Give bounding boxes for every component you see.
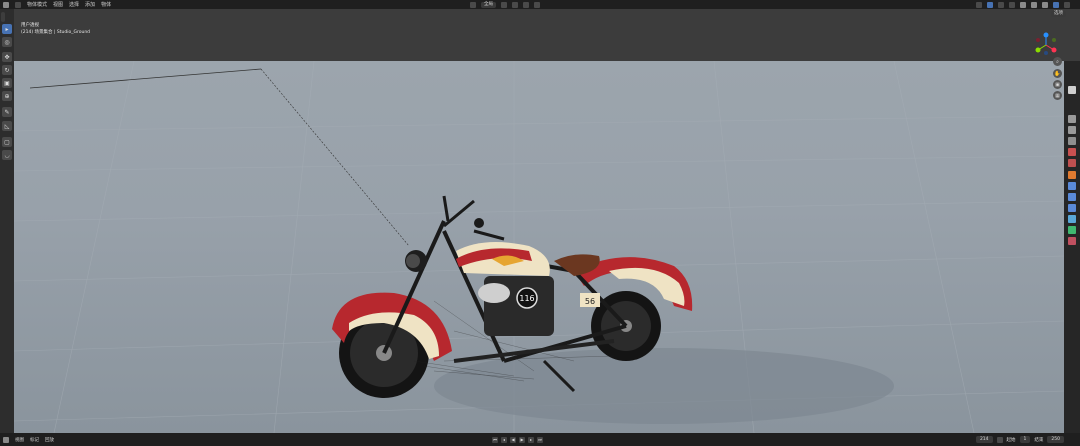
mirror: [474, 218, 484, 228]
transform-icon[interactable]: ⊕: [2, 91, 12, 101]
timeline-editor-icon[interactable]: [3, 436, 9, 443]
jump-keyframe-forward-icon[interactable]: ▸: [528, 436, 534, 443]
jump-start-icon[interactable]: ⏮: [492, 436, 498, 443]
jump-keyframe-back-icon[interactable]: ◂: [501, 436, 507, 443]
top-header-bar: 物体模式 视图 选择 添加 物体 全局: [0, 0, 1080, 9]
constraints-icon[interactable]: [1068, 215, 1076, 223]
view-name: 用户透视: [21, 23, 39, 28]
physics-icon[interactable]: [1068, 204, 1076, 212]
transform-orientation-dropdown[interactable]: 全局: [481, 1, 496, 8]
shading-wireframe-icon[interactable]: [1020, 1, 1026, 8]
scene-properties-icon[interactable]: [1068, 148, 1076, 156]
output-properties-icon[interactable]: [1068, 126, 1076, 134]
object-properties-icon[interactable]: [1068, 171, 1076, 179]
camera-line: [29, 68, 262, 89]
tool-properties-icon[interactable]: [1068, 86, 1076, 94]
add-cube-icon[interactable]: ▢: [2, 137, 12, 147]
timeline-menu-playback[interactable]: 回放: [45, 437, 54, 443]
end-label: 结束: [1034, 437, 1044, 443]
modifier-properties-icon[interactable]: [1068, 182, 1076, 190]
rotate-icon[interactable]: ↻: [2, 65, 12, 75]
tool-shelf: ▸ ◎ ✥ ↻ ▣ ⊕ ✎ ◺ ▢ ◡: [0, 9, 14, 433]
view-layer-icon[interactable]: [1068, 137, 1076, 145]
playback-controls: ⏮ ◂ ◀ ▶ ▸ ⏭: [492, 436, 543, 443]
orientation-icon: [470, 1, 476, 8]
cursor-icon[interactable]: ▸: [2, 24, 12, 34]
world-properties-icon[interactable]: [1068, 159, 1076, 167]
navigation-gizmo[interactable]: [1032, 31, 1060, 59]
jump-end-icon[interactable]: ⏭: [537, 436, 543, 443]
render-properties-icon[interactable]: [1068, 115, 1076, 123]
options-dropdown[interactable]: 选项: [1051, 11, 1066, 17]
start-frame-field[interactable]: 1: [1019, 436, 1031, 443]
timeline-menu: 视图 标记 回放: [0, 436, 54, 443]
zoom-icon[interactable]: ⌕: [1053, 57, 1062, 66]
transform-controls: 全局: [470, 0, 540, 9]
shading-options-icon[interactable]: [1064, 1, 1070, 8]
shading-rendered-icon[interactable]: [1053, 1, 1059, 8]
gizmo-toggle-icon[interactable]: [987, 1, 993, 8]
scale-icon[interactable]: ▣: [2, 78, 12, 88]
menu-view[interactable]: 视图: [53, 1, 63, 8]
menu-add[interactable]: 添加: [85, 1, 95, 8]
particles-icon[interactable]: [1068, 193, 1076, 201]
mode-dropdown[interactable]: 物体模式: [27, 1, 47, 8]
scene-render: 116 56: [14, 61, 1064, 433]
snap-icon[interactable]: [512, 1, 518, 8]
properties-strip: [1064, 61, 1080, 433]
3d-viewport[interactable]: 116 56: [14, 61, 1064, 433]
pivot-icon[interactable]: [501, 1, 507, 8]
collection-info: (214) 场景集合 | Studio_Ground: [21, 30, 91, 35]
perspective-toggle-icon[interactable]: ▦: [1053, 91, 1062, 100]
menu-object[interactable]: 物体: [101, 1, 111, 8]
timeline-menu-marker[interactable]: 标记: [30, 437, 39, 443]
pan-hand-icon[interactable]: ✋: [1053, 69, 1062, 78]
mode-icon: [15, 1, 21, 8]
timeline-menu-view[interactable]: 视图: [15, 437, 24, 443]
shading-material-icon[interactable]: [1042, 1, 1048, 8]
start-label: 起始: [1006, 437, 1016, 443]
viewport-info: 用户透视 (214) 场景集合 | Studio_Ground: [21, 22, 90, 36]
camera-view-icon[interactable]: ▣: [1053, 80, 1062, 89]
handlebar: [443, 199, 475, 228]
material-properties-icon[interactable]: [1068, 237, 1076, 245]
menu-select[interactable]: 选择: [69, 1, 79, 8]
header-right-controls: [976, 0, 1070, 9]
end-frame-field[interactable]: 250: [1047, 436, 1064, 443]
clock-icon: [996, 436, 1003, 443]
frame-range: 214 起始 1 结束 250: [975, 436, 1064, 443]
side-number-text: 56: [585, 297, 595, 306]
timeline-bar: 视图 标记 回放 ⏮ ◂ ◀ ▶ ▸ ⏭ 214 起始 1 结束 250: [0, 433, 1080, 446]
toolbar-header-icon: [1, 12, 5, 22]
3d-cursor-icon[interactable]: ◎: [2, 37, 12, 47]
visibility-icon[interactable]: [976, 1, 982, 8]
front-number-text: 116: [519, 294, 534, 303]
play-icon[interactable]: ▶: [519, 436, 525, 443]
pencil-icon[interactable]: ✎: [2, 107, 12, 117]
current-frame-field[interactable]: 214: [975, 436, 993, 443]
move-icon[interactable]: ✥: [2, 52, 12, 62]
viewport-header-area: 用户透视 (214) 场景集合 | Studio_Ground 选项: [0, 9, 1080, 61]
snap-settings-icon[interactable]: [523, 1, 529, 8]
extra-tool-icon[interactable]: ◡: [2, 150, 12, 160]
proportional-edit-icon[interactable]: [534, 1, 540, 8]
shading-solid-icon[interactable]: [1031, 1, 1037, 8]
header-menu: 物体模式 视图 选择 添加 物体: [0, 1, 111, 8]
xray-icon[interactable]: [1009, 1, 1015, 8]
editor-type-icon[interactable]: [3, 1, 9, 8]
overlay-toggle-icon[interactable]: [998, 1, 1004, 8]
play-reverse-icon[interactable]: ◀: [510, 436, 516, 443]
ruler-icon[interactable]: ◺: [2, 121, 12, 131]
data-properties-icon[interactable]: [1068, 226, 1076, 234]
